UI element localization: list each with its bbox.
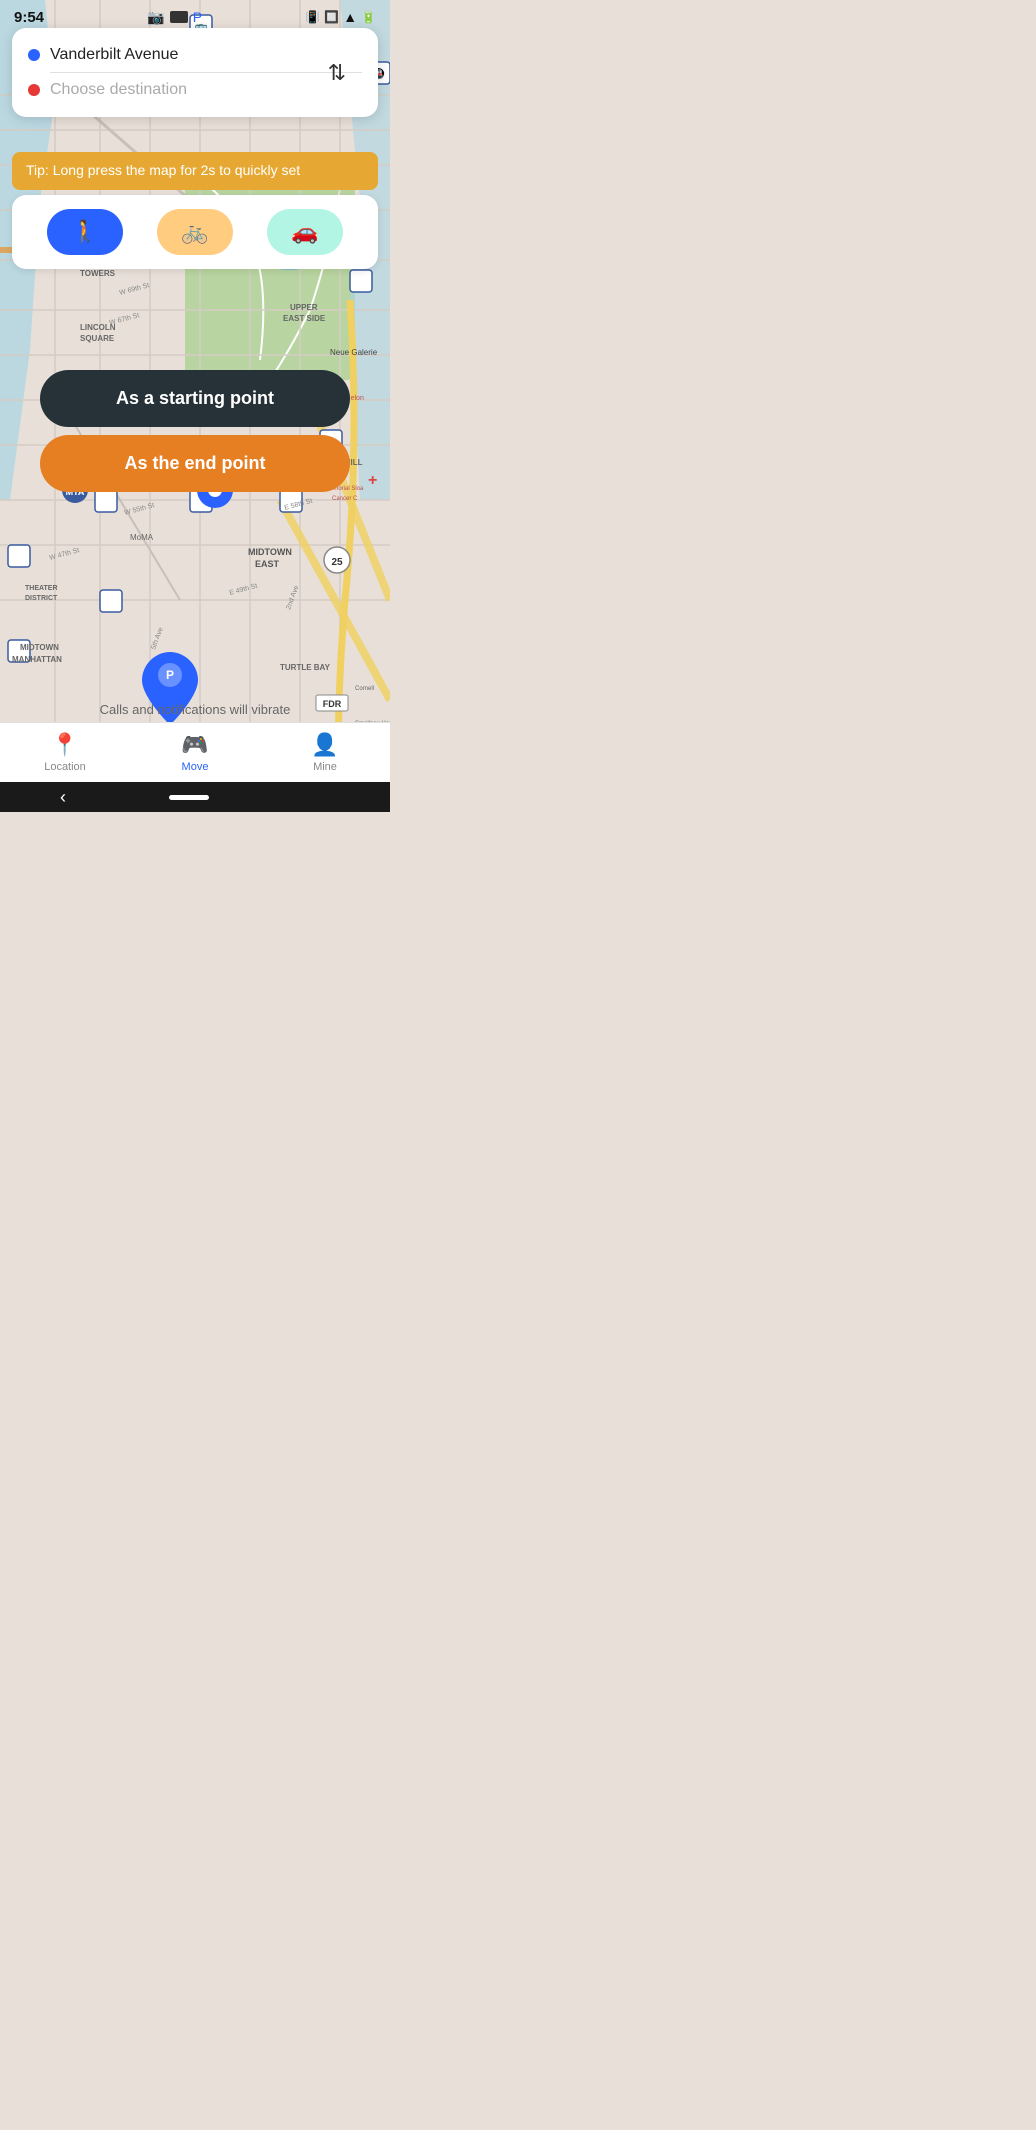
tip-text: Tip: Long press the map for 2s to quickl… — [26, 162, 300, 178]
destination-input[interactable]: Choose destination — [50, 81, 362, 99]
photo-icon: 📷 — [147, 9, 164, 26]
origin-row[interactable]: Vanderbilt Avenue — [28, 40, 362, 70]
nav-location[interactable]: 📍 Location — [35, 732, 95, 773]
svg-text:DISTRICT: DISTRICT — [25, 595, 58, 602]
status-bar: 9:54 📷 P 📳 🔲 ▲ 🔋 — [0, 0, 390, 30]
status-time: 9:54 — [14, 9, 44, 26]
tip-bar: Tip: Long press the map for 2s to quickl… — [12, 152, 378, 190]
home-pill[interactable] — [169, 795, 209, 800]
battery-icon: 🔋 — [361, 10, 376, 24]
svg-text:MIDTOWN: MIDTOWN — [20, 643, 59, 652]
svg-text:Cornell: Cornell — [355, 686, 374, 692]
walk-icon: 🚶 — [71, 219, 98, 245]
svg-text:UPPER: UPPER — [290, 303, 318, 312]
transport-panel: 🚶 🚲 🚗 — [12, 195, 378, 269]
svg-text:TOWERS: TOWERS — [80, 269, 116, 278]
location-nav-label: Location — [44, 761, 86, 773]
car-icon: 🚗 — [291, 219, 318, 245]
svg-text:MANHATTAN: MANHATTAN — [12, 655, 62, 664]
signal-icon: 🔲 — [324, 10, 339, 24]
destination-dot — [28, 84, 40, 96]
origin-dot — [28, 49, 40, 61]
svg-text:Neue Galerie: Neue Galerie — [330, 348, 378, 357]
svg-text:EAST: EAST — [255, 559, 280, 569]
svg-text:MoMA: MoMA — [130, 533, 154, 542]
parking-icon: P — [193, 9, 202, 25]
set-end-button[interactable]: As the end point — [40, 435, 350, 492]
search-divider — [50, 72, 362, 73]
bottom-nav: 📍 Location 🎮 Move 👤 Mine — [0, 722, 390, 782]
svg-text:THEATER: THEATER — [25, 585, 58, 592]
location-nav-icon: 📍 — [51, 732, 78, 758]
wifi-icon: ▲ — [343, 9, 357, 25]
vibrate-icon: 📳 — [305, 10, 320, 24]
svg-text:MIDTOWN: MIDTOWN — [248, 547, 292, 557]
move-nav-label: Move — [182, 761, 209, 773]
status-right-icons: 📳 🔲 ▲ 🔋 — [305, 9, 376, 25]
svg-text:SQUARE: SQUARE — [80, 334, 115, 343]
system-nav-bar: ‹ — [0, 782, 390, 812]
move-nav-icon: 🎮 — [181, 732, 208, 758]
svg-text:TURTLE BAY: TURTLE BAY — [280, 663, 331, 672]
set-start-button[interactable]: As a starting point — [40, 370, 350, 427]
mine-nav-label: Mine — [313, 761, 337, 773]
transport-car-button[interactable]: 🚗 — [267, 209, 342, 255]
svg-text:25: 25 — [331, 557, 343, 568]
svg-text:EAST SIDE: EAST SIDE — [283, 314, 326, 323]
bike-icon: 🚲 — [181, 219, 208, 245]
svg-text:+: + — [368, 472, 377, 489]
mine-nav-icon: 👤 — [311, 732, 338, 758]
swap-icon[interactable]: ⇅ — [328, 60, 346, 86]
back-button[interactable]: ‹ — [60, 787, 66, 808]
stop-icon — [170, 11, 188, 23]
transport-bike-button[interactable]: 🚲 — [157, 209, 232, 255]
transport-walk-button[interactable]: 🚶 — [47, 209, 122, 255]
notification-text: Calls and notifications will vibrate — [0, 702, 390, 717]
origin-input[interactable]: Vanderbilt Avenue — [50, 46, 362, 64]
status-left-icons: 📷 P — [147, 9, 202, 26]
svg-text:P: P — [166, 668, 174, 682]
destination-row[interactable]: Choose destination — [28, 75, 362, 105]
svg-text:Cancer C: Cancer C — [332, 496, 358, 502]
nav-move[interactable]: 🎮 Move — [165, 732, 225, 773]
nav-mine[interactable]: 👤 Mine — [295, 732, 355, 773]
search-panel: Vanderbilt Avenue Choose destination ⇅ — [12, 28, 378, 117]
